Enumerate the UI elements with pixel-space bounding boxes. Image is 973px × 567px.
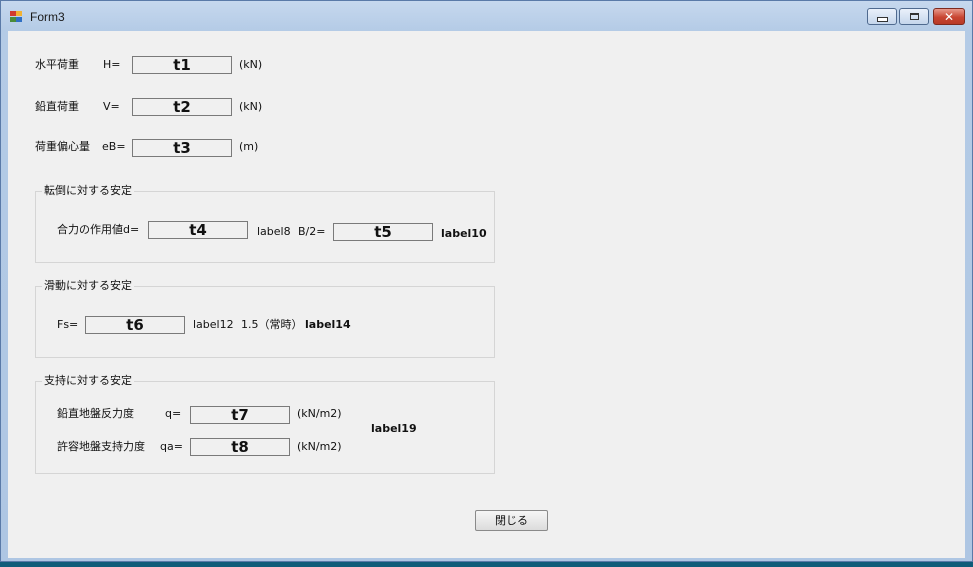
v-equals-label: V= — [103, 100, 120, 113]
maximize-icon — [909, 13, 919, 20]
t2-textbox[interactable]: t2 — [132, 98, 232, 116]
allowable-bearing-label: 許容地盤支持力度 — [57, 440, 145, 453]
close-window-button[interactable]: ✕ — [933, 8, 965, 25]
label10: label10 — [441, 227, 487, 240]
window-title: Form3 — [30, 10, 65, 24]
fs-label: Fs= — [57, 318, 79, 331]
form-client-area: 水平荷重 H= t1 (kN) 鉛直荷重 V= t2 (kN) 荷重偏心量 eB… — [8, 31, 965, 558]
t7-textbox[interactable]: t7 — [190, 406, 290, 424]
label12: label12 — [193, 318, 234, 331]
load-eccentricity-label: 荷重偏心量 — [35, 140, 90, 153]
sliding-group-title: 滑動に対する安定 — [42, 279, 134, 293]
taskbar-edge — [0, 562, 973, 567]
t5-textbox[interactable]: t5 — [333, 223, 433, 241]
maximize-button[interactable] — [899, 8, 929, 25]
title-bar[interactable]: Form3 ✕ — [1, 1, 972, 31]
fs-criterion-label: 1.5（常時） — [241, 318, 303, 331]
resultant-position-label: 合力の作用値d= — [57, 223, 140, 236]
horizontal-load-label: 水平荷重 — [35, 58, 79, 71]
t6-textbox[interactable]: t6 — [85, 316, 185, 334]
q-equals-label: q= — [165, 407, 182, 420]
eb-unit-label: (m) — [239, 140, 259, 153]
t1-textbox[interactable]: t1 — [132, 56, 232, 74]
label8: label8 — [257, 225, 291, 238]
close-icon: ✕ — [943, 9, 955, 24]
vertical-load-label: 鉛直荷重 — [35, 100, 79, 113]
label19: label19 — [371, 422, 417, 435]
v-unit-label: (kN) — [239, 100, 263, 113]
close-form-button[interactable]: 閉じる — [475, 510, 548, 531]
b-half-label: B/2= — [298, 225, 326, 238]
sliding-stability-group: 滑動に対する安定 Fs= t6 label12 1.5（常時） label14 — [35, 279, 495, 358]
qa-equals-label: qa= — [160, 440, 183, 453]
ground-reaction-label: 鉛直地盤反力度 — [57, 407, 134, 420]
eb-equals-label: eB= — [102, 140, 126, 153]
t8-textbox[interactable]: t8 — [190, 438, 290, 456]
label14: label14 — [305, 318, 351, 331]
bearing-group-title: 支持に対する安定 — [42, 374, 134, 388]
overturning-group-title: 転倒に対する安定 — [42, 184, 134, 198]
minimize-button[interactable] — [867, 8, 897, 25]
bearing-stability-group: 支持に対する安定 鉛直地盤反力度 q= t7 (kN/m2) 許容地盤支持力度 … — [35, 374, 495, 474]
t3-textbox[interactable]: t3 — [132, 139, 232, 157]
minimize-icon — [876, 16, 888, 22]
t4-textbox[interactable]: t4 — [148, 221, 248, 239]
q-unit-label: (kN/m2) — [297, 407, 342, 420]
app-icon[interactable] — [10, 11, 23, 23]
h-unit-label: (kN) — [239, 58, 263, 71]
form3-window: Form3 ✕ 水平荷重 H= t1 (kN) 鉛直荷重 V= t2 (kN) … — [0, 0, 973, 562]
overturning-stability-group: 転倒に対する安定 合力の作用値d= t4 label8 B/2= t5 labe… — [35, 184, 495, 263]
qa-unit-label: (kN/m2) — [297, 440, 342, 453]
h-equals-label: H= — [103, 58, 121, 71]
